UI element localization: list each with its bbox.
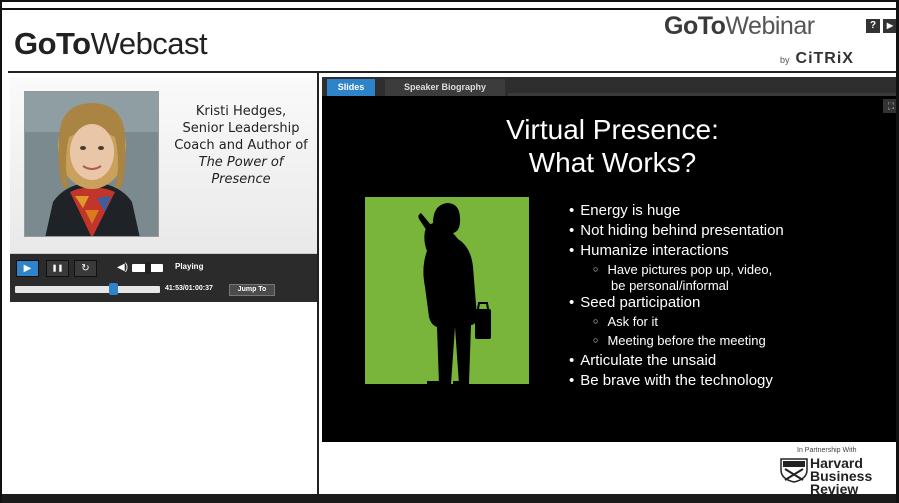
slide-bullet-item: Articulate the unsaid <box>569 351 889 370</box>
playback-time: 41:53/01:00:37 <box>165 285 213 292</box>
slide-silhouette-image <box>365 197 529 384</box>
slide-bullet-item: Meeting before the meeting <box>593 333 889 350</box>
refresh-button[interactable]: ↻ <box>74 260 97 277</box>
slide-bullet-item: Humanize interactions <box>569 241 889 260</box>
speaker-portrait-image <box>25 92 158 236</box>
businesswoman-silhouette <box>365 197 529 384</box>
jump-to-button[interactable]: Jump To <box>229 284 275 296</box>
slide-bullet-item: Ask for it <box>593 314 889 331</box>
gotowebcast-logo: GoToWebcast <box>14 26 208 61</box>
slide-bullet-item: Not hiding behind presentation <box>569 221 889 240</box>
seek-bar[interactable] <box>15 283 160 295</box>
speaker-book-title: The Power of Presence <box>198 155 284 187</box>
content-tabs: Slides Speaker Biography <box>322 77 899 96</box>
speaker-title: Senior Leadership Coach and Author of <box>174 121 308 153</box>
harvard-business-review-logo: Harvard Business Review <box>810 455 873 497</box>
slide-bullet-list: Energy is hugeNot hiding behind presenta… <box>569 201 889 390</box>
slide-bullet-item: be personal/informal <box>611 278 729 293</box>
speaker-card: Kristi Hedges, Senior Leadership Coach a… <box>10 77 317 254</box>
play-button[interactable]: ▶ <box>16 260 39 277</box>
tab-slides[interactable]: Slides <box>327 79 375 96</box>
window-bottom-bar <box>0 494 899 503</box>
gotowebinar-logo: GoToWebinar <box>664 12 815 40</box>
slide-bullet-item: Have pictures pop up, video, <box>593 262 889 279</box>
slide-bullet-item: Be brave with the technology <box>569 371 889 390</box>
volume-slider-handle[interactable] <box>144 262 151 274</box>
media-player-controls: ▶ ❚❚ ↻ ◀) Playing 41:53/01:00:37 Jump To <box>10 254 317 302</box>
webcast-window: GoToWebcast GoToWebinar ? ▶ by CiTRiX Kr… <box>0 0 899 503</box>
pause-button[interactable]: ❚❚ <box>46 260 69 277</box>
exit-icon[interactable]: ▶ <box>883 19 897 33</box>
fullscreen-icon[interactable]: ⛶ <box>883 99 899 113</box>
slide-bullet-item: Energy is huge <box>569 201 889 220</box>
slide-bullet-item: Seed participation <box>569 293 889 312</box>
left-panel: Kristi Hedges, Senior Leadership Coach a… <box>8 73 319 494</box>
seek-bar-handle[interactable] <box>108 283 118 295</box>
tab-speaker-biography[interactable]: Speaker Biography <box>385 79 505 96</box>
speaker-photo <box>24 91 159 237</box>
speaker-name: Kristi Hedges, <box>195 104 287 119</box>
speaker-info: Kristi Hedges, Senior Leadership Coach a… <box>170 103 312 188</box>
help-icon[interactable]: ? <box>866 19 880 33</box>
volume-slider[interactable] <box>132 262 163 274</box>
partnership-label: In Partnership With <box>797 447 857 454</box>
slide-title: Virtual Presence: What Works? <box>506 114 719 178</box>
hbr-shield-icon <box>780 458 808 483</box>
window-top-border <box>0 0 899 10</box>
volume-icon[interactable]: ◀) <box>117 262 128 273</box>
citrix-logo: by CiTRiX <box>780 50 854 67</box>
playback-status: Playing <box>175 262 204 271</box>
